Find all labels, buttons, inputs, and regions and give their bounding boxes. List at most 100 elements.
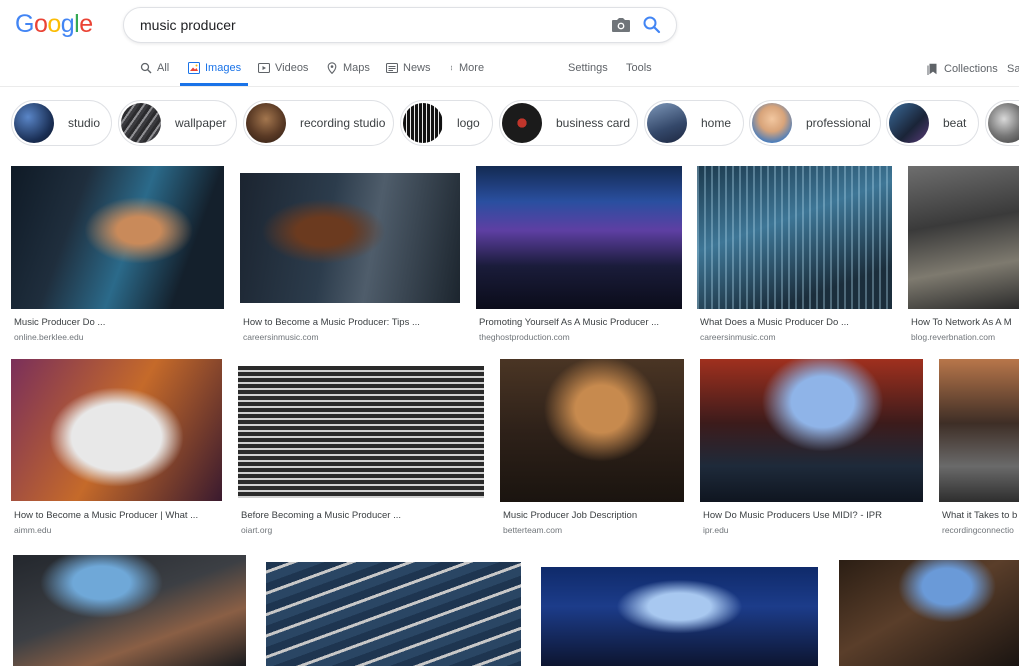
tab-all[interactable]: All (140, 56, 169, 86)
result-source: aimm.edu (14, 525, 52, 535)
chip-label: beat (943, 116, 967, 130)
image-result[interactable]: What it Takes to b recordingconnectio (939, 359, 1019, 539)
related-chips: studio wallpaper recording studio logo b… (0, 100, 1019, 146)
result-image (11, 166, 224, 309)
chip-thumbnail (246, 103, 286, 143)
result-source: oiart.org (241, 525, 273, 535)
safesearch-label: Sa (1007, 63, 1019, 75)
result-title: How To Network As A M (911, 317, 1012, 328)
chip-thumbnail (889, 103, 929, 143)
result-title: Music Producer Job Description (503, 510, 638, 521)
result-title: How to Become a Music Producer: Tips ... (243, 317, 420, 328)
chip-thumbnail (121, 103, 161, 143)
chip-thumbnail (988, 103, 1019, 143)
search-input[interactable] (140, 8, 580, 42)
result-image (266, 562, 521, 666)
tab-more-label: More (459, 62, 485, 74)
result-image (700, 359, 923, 502)
result-image (908, 166, 1019, 309)
result-source: careersinmusic.com (243, 332, 319, 342)
result-source: theghostproduction.com (479, 332, 570, 342)
more-vert-icon (450, 65, 453, 71)
image-result[interactable]: How To Network As A M blog.reverbnation.… (908, 166, 1019, 346)
chip-logo[interactable]: logo (400, 100, 493, 146)
collections-label: Collections (944, 63, 998, 75)
tab-videos[interactable]: Videos (258, 56, 308, 86)
settings-label: Settings (568, 62, 608, 74)
result-image (13, 555, 246, 666)
tab-more[interactable]: More (450, 56, 484, 86)
result-image (11, 359, 222, 501)
image-result[interactable]: Before Becoming a Music Producer ... oia… (238, 366, 484, 539)
tab-videos-label: Videos (275, 62, 309, 74)
result-image (697, 166, 892, 309)
image-result[interactable]: How to Become a Music Producer: Tips ...… (232, 166, 468, 346)
result-title: What it Takes to b (942, 510, 1018, 521)
chip-home[interactable]: home (644, 100, 744, 146)
map-pin-icon (327, 62, 337, 74)
image-result[interactable]: How Do Music Producers Use MIDI? - IPR i… (700, 359, 923, 539)
result-title: Before Becoming a Music Producer ... (241, 510, 401, 521)
tab-images[interactable]: Images (180, 56, 248, 86)
image-result[interactable] (13, 555, 246, 666)
news-icon (386, 62, 398, 74)
chip-beat[interactable]: beat (886, 100, 979, 146)
image-result[interactable]: What Does a Music Producer Do ... career… (697, 166, 892, 346)
chip-business-card[interactable]: business card (499, 100, 638, 146)
chip-professional[interactable]: professional (749, 100, 881, 146)
image-result[interactable]: Promoting Yourself As A Music Producer .… (476, 166, 682, 346)
chip-wallpaper[interactable]: wallpaper (118, 100, 237, 146)
chip-thumbnail (752, 103, 792, 143)
image-result[interactable] (839, 560, 1019, 666)
result-source: ipr.edu (703, 525, 729, 535)
result-image (238, 366, 484, 498)
result-image (476, 166, 682, 309)
chip-thumbnail (403, 103, 443, 143)
chip-thumbnail (502, 103, 542, 143)
image-result[interactable] (266, 562, 521, 666)
result-source: recordingconnectio (942, 525, 1014, 535)
result-source: online.berklee.edu (14, 332, 84, 342)
tools-link[interactable]: Tools (626, 56, 652, 86)
tab-news[interactable]: News (386, 56, 431, 86)
search-icon[interactable] (642, 15, 662, 35)
video-icon (258, 62, 270, 74)
result-image (240, 173, 460, 303)
result-title: Music Producer Do ... (14, 317, 106, 328)
settings-link[interactable]: Settings (568, 56, 608, 86)
chip-recording-studio[interactable]: recording studio (243, 100, 394, 146)
chip-label: wallpaper (175, 116, 227, 130)
result-image (541, 567, 818, 666)
chip-more[interactable] (985, 100, 1019, 146)
image-result[interactable]: Music Producer Do ... online.berklee.edu (11, 166, 224, 346)
search-icon (140, 62, 152, 74)
safesearch-link[interactable]: Sa (1007, 57, 1019, 87)
chip-label: recording studio (300, 116, 386, 130)
google-logo[interactable]: Google (15, 10, 93, 39)
chip-label: home (701, 116, 732, 130)
image-result[interactable]: Music Producer Job Description bettertea… (500, 359, 684, 539)
chip-label: studio (68, 116, 101, 130)
camera-icon[interactable] (610, 16, 632, 34)
image-result[interactable]: How to Become a Music Producer | What ..… (11, 359, 222, 539)
chip-label: professional (806, 116, 871, 130)
tools-label: Tools (626, 62, 652, 74)
image-icon (188, 62, 200, 74)
search-box (123, 7, 677, 43)
result-title: Promoting Yourself As A Music Producer .… (479, 317, 660, 328)
result-image (500, 359, 684, 502)
search-nav: All Images Videos Maps News More Setting… (0, 56, 1019, 86)
result-source: careersinmusic.com (700, 332, 776, 342)
nav-divider (0, 86, 1019, 87)
chip-studio[interactable]: studio (11, 100, 112, 146)
tab-news-label: News (403, 62, 431, 74)
tab-maps-label: Maps (343, 62, 370, 74)
chip-label: business card (556, 116, 631, 130)
result-image (839, 560, 1019, 666)
tab-maps[interactable]: Maps (326, 56, 370, 86)
image-result[interactable] (538, 553, 821, 666)
collections-link[interactable]: Collections (927, 57, 998, 87)
result-title: What Does a Music Producer Do ... (700, 317, 849, 328)
bookmark-icon (927, 63, 937, 75)
tab-all-label: All (157, 62, 170, 74)
